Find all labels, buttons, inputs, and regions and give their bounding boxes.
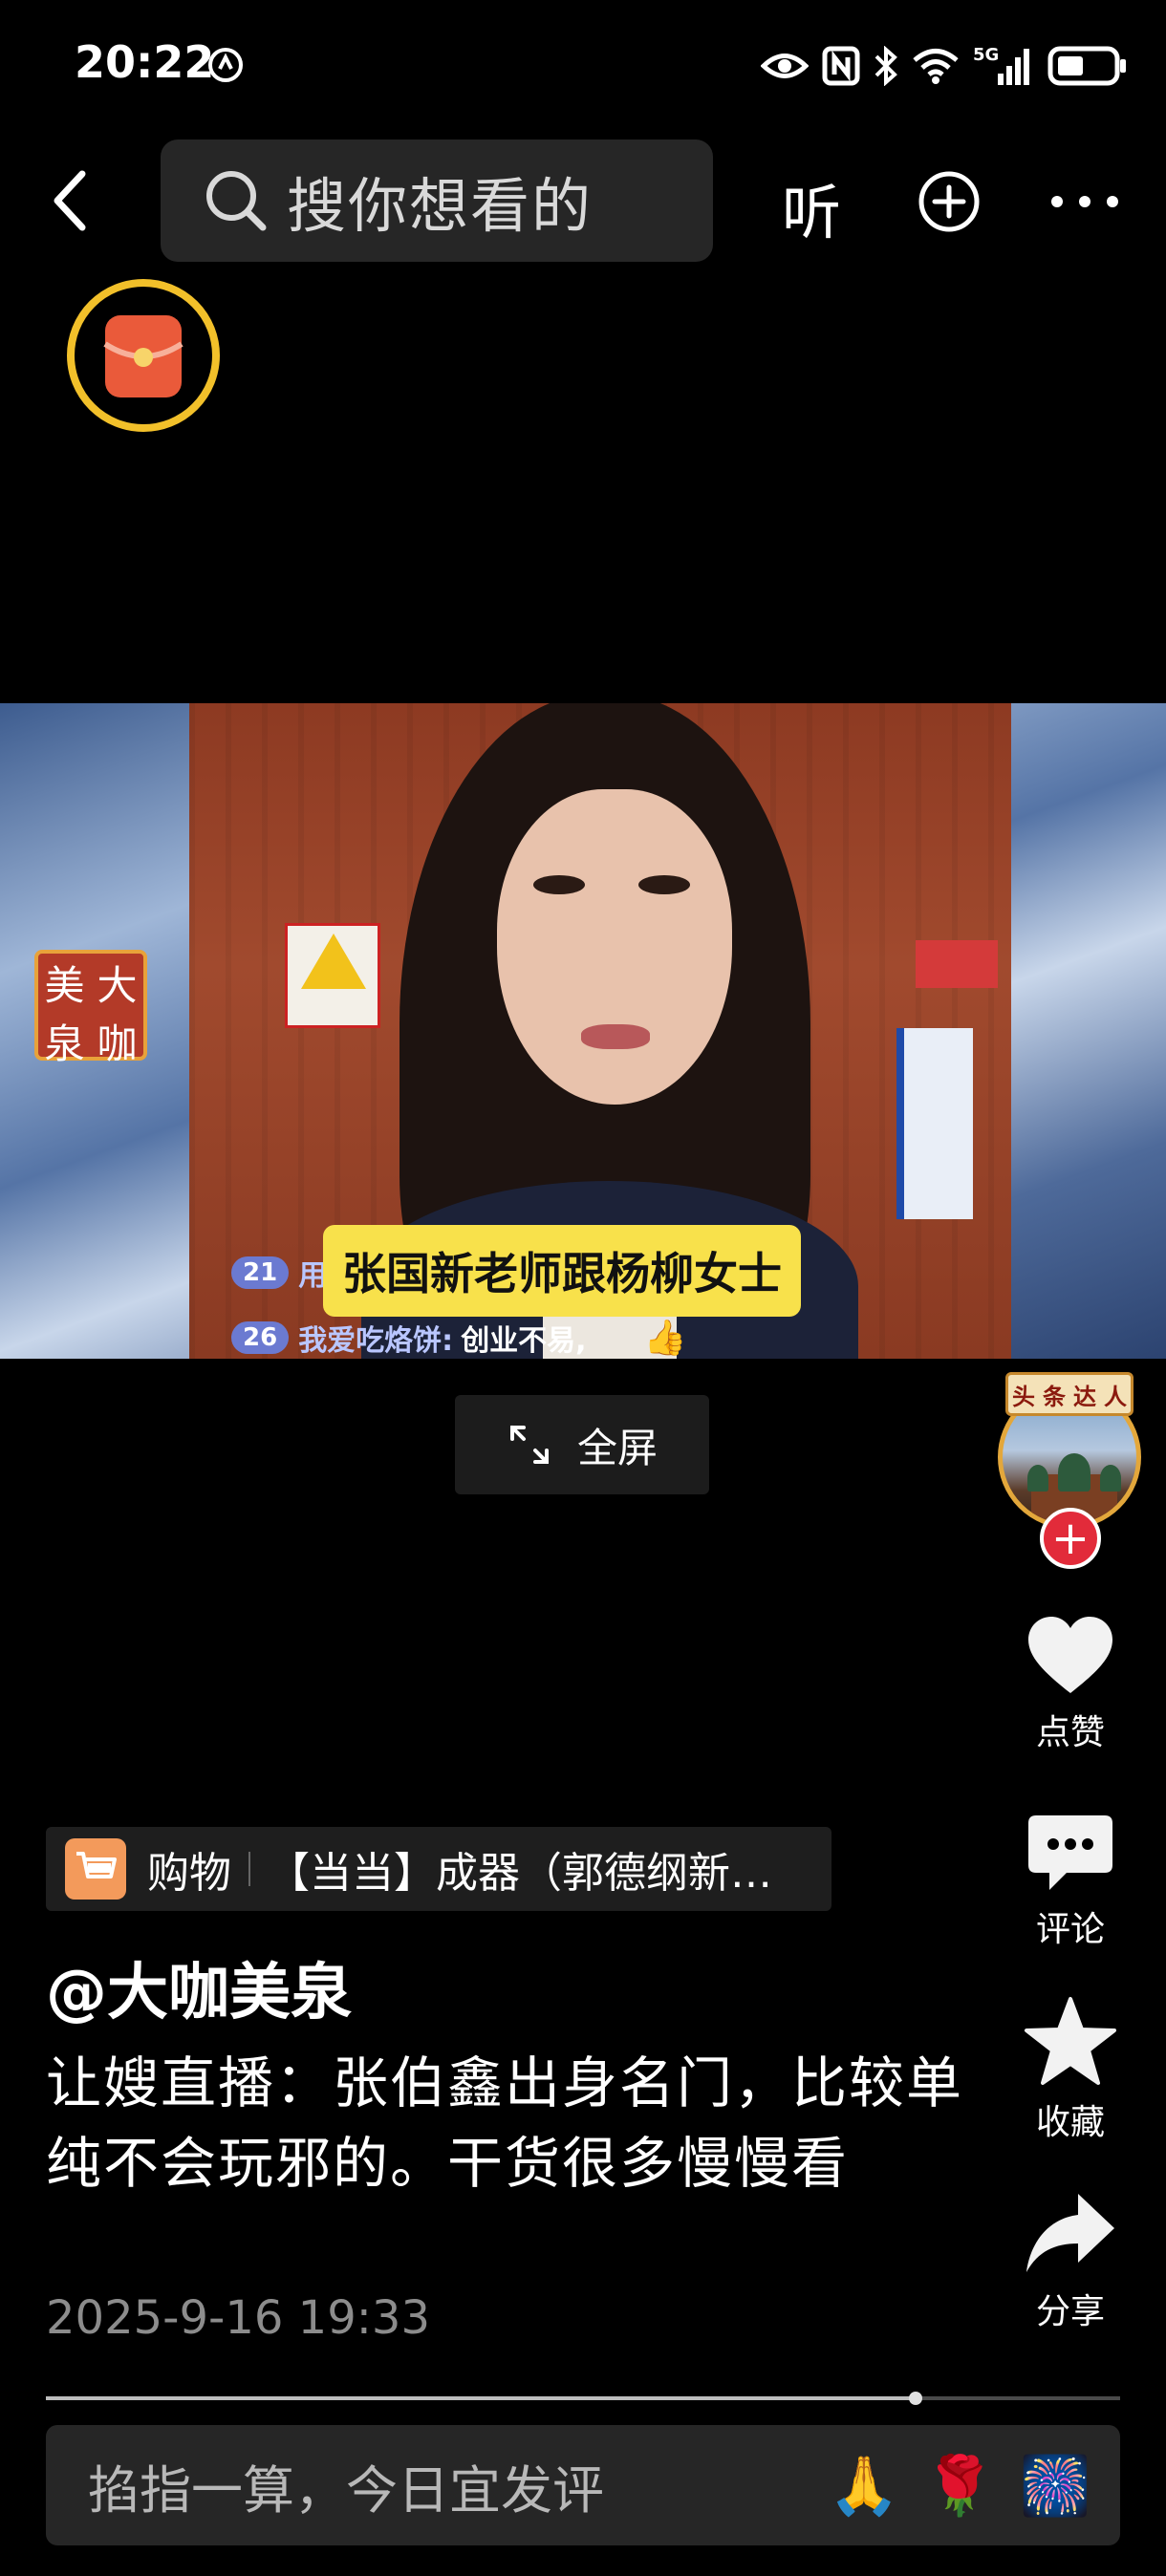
- shopping-cart-icon: [65, 1838, 126, 1900]
- progress-fill: [46, 2396, 917, 2400]
- more-options-button[interactable]: [1051, 187, 1118, 216]
- comment-input[interactable]: 掐指一算，今日宜发评 🙏 🌹 🎆: [46, 2425, 1120, 2545]
- warning-sign: [285, 923, 380, 1028]
- person-eye: [533, 875, 585, 894]
- user-level-badge: 21: [231, 1256, 290, 1289]
- rose-emoji-button[interactable]: 🌹: [912, 2452, 1007, 2520]
- logo-seal-char: 泉: [44, 1020, 85, 1067]
- pray-emoji-button[interactable]: 🙏: [816, 2452, 912, 2520]
- expand-icon: [509, 1426, 549, 1464]
- creator-badge-char: 达: [1073, 1383, 1096, 1410]
- post-description: 让嫂直播：张伯鑫出身名门，比较单纯不会玩邪的。干货很多慢慢看: [46, 2050, 964, 2196]
- listen-button[interactable]: 听: [782, 164, 841, 250]
- creator-badge-char: 头: [1012, 1383, 1035, 1410]
- product-category: 购物: [147, 1849, 231, 1898]
- favorite-label: 收藏: [1035, 2103, 1105, 2142]
- person-eye: [638, 875, 690, 894]
- follow-button[interactable]: +: [1040, 1508, 1101, 1569]
- fireworks-emoji-button[interactable]: 🎆: [1007, 2452, 1103, 2520]
- like-label: 点赞: [1035, 1713, 1105, 1752]
- fullscreen-label: 全屏: [576, 1424, 658, 1471]
- wall-sign: [916, 940, 998, 988]
- status-time: 20:22: [75, 36, 215, 88]
- video-player[interactable]: 美 大 泉 咖 21 用 26 我爱吃烙饼: 创业不易, 👍 张国新老师跟杨柳女…: [0, 703, 1166, 1359]
- channel-logo-seal: 美 大 泉 咖: [34, 950, 147, 1067]
- signal-icon: [998, 49, 1029, 85]
- video-progress-bar[interactable]: [46, 2392, 1120, 2405]
- battery-icon: [1047, 46, 1126, 86]
- signal-indicator: 5G: [973, 45, 1034, 87]
- chat-message: 创业不易,: [461, 1324, 587, 1358]
- creator-badge-char: 人: [1104, 1383, 1127, 1410]
- logo-seal-char: 咖: [97, 1020, 138, 1067]
- share-arrow-icon: [1026, 2194, 1114, 2272]
- share-button[interactable]: 分享: [1013, 2190, 1128, 2333]
- bluetooth-icon: [874, 46, 897, 86]
- video-caption: 张国新老师跟杨柳女士: [323, 1225, 801, 1317]
- wifi-icon: [913, 49, 959, 84]
- dot-icon: [1051, 196, 1063, 207]
- wall-notice: [896, 1028, 973, 1219]
- avatar-dome: [1027, 1465, 1048, 1492]
- person-face: [497, 789, 732, 1105]
- share-label: 分享: [1035, 2292, 1105, 2331]
- comment-icon: [1028, 1815, 1112, 1890]
- live-chat-line: 26 我爱吃烙饼: 创业不易, 👍: [231, 1317, 686, 1359]
- status-bar: 20:22 5G: [0, 0, 1166, 134]
- heart-icon: [1028, 1617, 1112, 1693]
- thumbs-up-icon: 👍: [643, 1319, 687, 1358]
- author-handle[interactable]: @大咖美泉: [46, 1943, 352, 2031]
- dot-icon: [1079, 196, 1090, 207]
- back-icon[interactable]: [38, 162, 105, 239]
- logo-seal-char: 美: [44, 962, 85, 1009]
- dot-icon: [1107, 196, 1118, 207]
- progress-handle[interactable]: [909, 2392, 923, 2405]
- person-mouth: [581, 1024, 650, 1049]
- warning-triangle-icon: [301, 934, 366, 989]
- search-placeholder: 搜你想看的: [287, 171, 594, 241]
- app-notification-icon: [208, 48, 243, 82]
- nfc-icon: [822, 46, 860, 86]
- star-icon: [1025, 1997, 1116, 2085]
- eye-icon: [761, 54, 809, 78]
- red-packet-icon[interactable]: [65, 277, 222, 434]
- divider: [248, 1852, 250, 1886]
- live-chat-line: 21 用: [231, 1252, 335, 1294]
- favorite-button[interactable]: 收藏: [1013, 1995, 1128, 2144]
- product-tag[interactable]: 购物 【当当】成器（郭德纲新…: [46, 1827, 831, 1911]
- search-icon: [206, 171, 267, 231]
- status-icons: 5G: [761, 42, 1128, 90]
- product-title: 【当当】成器（郭德纲新…: [268, 1849, 772, 1898]
- user-level-badge: 26: [231, 1321, 290, 1354]
- avatar-dome: [1100, 1465, 1121, 1492]
- post-timestamp: 2025-9-16 19:33: [46, 2291, 430, 2345]
- comment-placeholder: 掐指一算，今日宜发评: [88, 2459, 604, 2521]
- comment-label: 评论: [1035, 1910, 1105, 1949]
- creator-badge-char: 条: [1043, 1383, 1066, 1410]
- creator-badge: 头 条 达 人: [1005, 1372, 1134, 1416]
- add-icon[interactable]: [918, 170, 981, 233]
- logo-seal-char: 大: [97, 962, 138, 1009]
- chat-username: 我爱吃烙饼:: [298, 1324, 454, 1358]
- comment-button[interactable]: 评论: [1013, 1812, 1128, 1951]
- avatar-dome: [1058, 1453, 1090, 1492]
- like-button[interactable]: 点赞: [1013, 1613, 1128, 1754]
- fullscreen-button[interactable]: 全屏: [455, 1395, 709, 1494]
- search-input[interactable]: 搜你想看的: [161, 140, 713, 262]
